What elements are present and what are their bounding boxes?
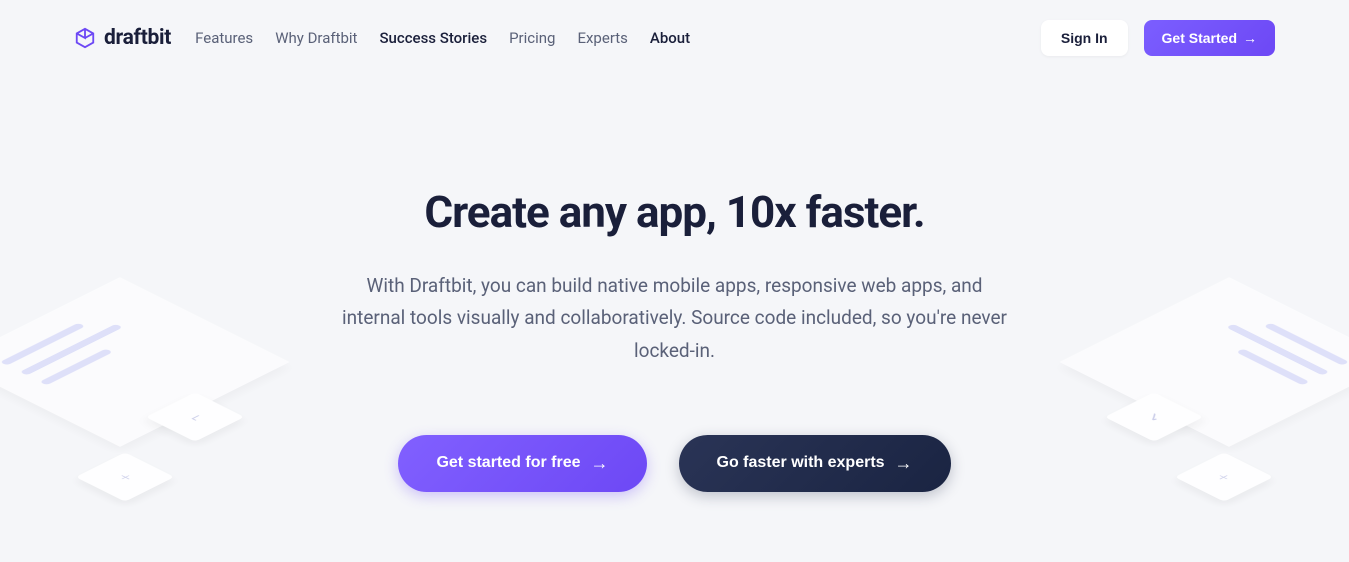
site-header: draftbit Features Why Draftbit Success S… <box>0 0 1349 76</box>
hero-section: Create any app, 10x faster. With Draftbi… <box>0 76 1349 492</box>
nav-success-stories[interactable]: Success Stories <box>379 29 487 47</box>
header-left: draftbit Features Why Draftbit Success S… <box>74 26 690 50</box>
main-nav: Features Why Draftbit Success Stories Pr… <box>195 29 690 47</box>
hero-title: Create any app, 10x faster. <box>0 186 1349 238</box>
logo[interactable]: draftbit <box>74 26 171 50</box>
primary-cta-label: Get started for free <box>436 454 580 472</box>
arrow-right-icon: → <box>895 453 913 474</box>
logo-text: draftbit <box>104 26 171 50</box>
secondary-cta-label: Go faster with experts <box>717 454 885 472</box>
get-started-free-button[interactable]: Get started for free → <box>398 435 646 492</box>
nav-why-draftbit[interactable]: Why Draftbit <box>275 29 357 47</box>
get-started-button-header[interactable]: Get Started → <box>1144 20 1275 56</box>
hero-subtitle: With Draftbit, you can build native mobi… <box>335 270 1015 367</box>
nav-experts[interactable]: Experts <box>577 29 627 47</box>
logo-icon <box>74 27 96 49</box>
nav-pricing[interactable]: Pricing <box>509 29 555 47</box>
nav-features[interactable]: Features <box>195 29 253 47</box>
signin-button[interactable]: Sign In <box>1041 20 1128 56</box>
arrow-right-icon: → <box>1243 30 1257 46</box>
arrow-right-icon: → <box>591 453 609 474</box>
hero-cta-group: Get started for free → Go faster with ex… <box>0 435 1349 492</box>
nav-about[interactable]: About <box>650 29 690 47</box>
header-right: Sign In Get Started → <box>1041 20 1275 56</box>
get-started-label: Get Started <box>1162 30 1237 46</box>
go-faster-experts-button[interactable]: Go faster with experts → <box>679 435 951 492</box>
